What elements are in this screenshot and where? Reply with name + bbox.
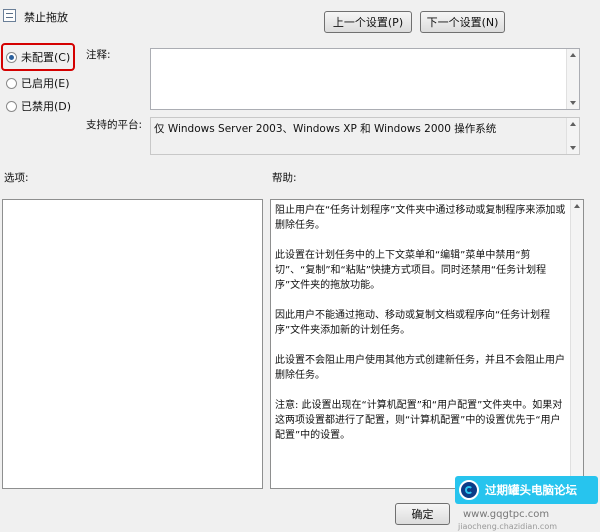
platform-scroll-up-icon[interactable]: [570, 122, 576, 126]
prev-setting-button[interactable]: 上一个设置(P): [324, 11, 412, 33]
radio-disabled-label: 已禁用(D): [21, 100, 72, 113]
help-paragraph: 因此用户不能通过拖动、移动或复制文档或程序向“任务计划程序”文件夹添加新的计划任…: [275, 310, 551, 336]
platform-value: 仅 Windows Server 2003、Windows XP 和 Windo…: [154, 123, 497, 135]
watermark-text: 过期罐头电脑论坛: [485, 483, 577, 497]
help-paragraph: 注意: 此设置出现在“计算机配置”和“用户配置”文件夹中。如果对这两项设置都进行…: [275, 400, 563, 441]
watermark-logo-icon: [459, 480, 479, 500]
watermark-badge: 过期罐头电脑论坛: [455, 476, 598, 504]
radio-enabled[interactable]: 已启用(E): [6, 75, 70, 91]
radio-not-configured-dot[interactable]: [6, 51, 17, 63]
comment-scrollbar[interactable]: [566, 49, 579, 109]
radio-disabled-dot[interactable]: [6, 100, 17, 112]
platform-scroll-down-icon[interactable]: [570, 146, 576, 150]
next-setting-button[interactable]: 下一个设置(N): [420, 11, 505, 33]
comment-textarea[interactable]: [150, 48, 580, 110]
comment-label: 注释:: [86, 49, 111, 61]
radio-not-configured[interactable]: 未配置(C): [6, 49, 70, 65]
platform-label: 支持的平台:: [86, 119, 143, 131]
platform-scrollbar[interactable]: [566, 118, 579, 154]
help-scroll-up-icon[interactable]: [574, 204, 580, 208]
watermark-url: www.gqgtpc.com: [463, 509, 550, 520]
help-paragraph: 此设置不会阻止用户使用其他方式创建新任务，并且不会阻止用户删除任务。: [275, 355, 565, 381]
radio-enabled-dot[interactable]: [6, 77, 17, 89]
help-paragraph: 阻止用户在“任务计划程序”文件夹中通过移动或复制程序来添加或删除任务。: [275, 205, 566, 231]
help-label: 帮助:: [272, 172, 297, 184]
radio-disabled[interactable]: 已禁用(D): [6, 98, 71, 114]
policy-icon: [3, 9, 16, 22]
scroll-up-icon[interactable]: [570, 53, 576, 57]
scroll-down-icon[interactable]: [570, 101, 576, 105]
watermark-url-secondary: jiaocheng.chazidian.com: [458, 522, 558, 531]
radio-enabled-label: 已启用(E): [21, 77, 70, 90]
help-paragraph: 此设置在计划任务中的上下文菜单和“编辑”菜单中禁用“剪切”、“复制”和“粘贴”快…: [275, 250, 547, 291]
help-panel: 阻止用户在“任务计划程序”文件夹中通过移动或复制程序来添加或删除任务。 此设置在…: [270, 199, 584, 489]
radio-not-configured-label: 未配置(C): [21, 51, 71, 64]
options-label: 选项:: [4, 172, 29, 184]
help-scrollbar[interactable]: [570, 200, 583, 488]
window-title: 禁止拖放: [24, 11, 68, 24]
ok-button[interactable]: 确定: [395, 503, 450, 525]
options-panel: [2, 199, 263, 489]
